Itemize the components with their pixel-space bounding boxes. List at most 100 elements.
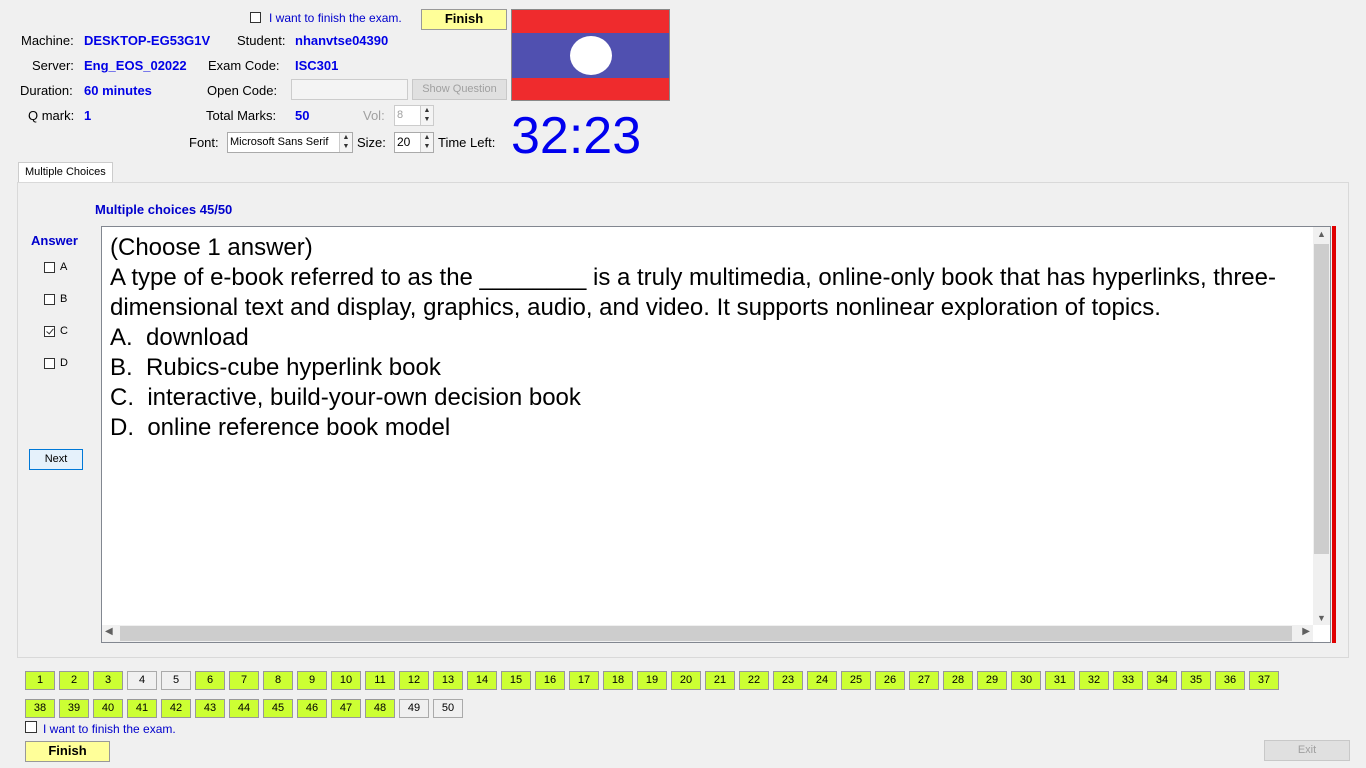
vertical-scroll-thumb[interactable] (1314, 244, 1329, 554)
question-nav-button[interactable]: 19 (637, 671, 667, 690)
scroll-left-icon[interactable]: ◀ (105, 626, 113, 637)
question-nav-button[interactable]: 49 (399, 699, 429, 718)
option-d-checkbox[interactable]: D (44, 357, 68, 369)
open-code-label: Open Code: (207, 83, 278, 98)
question-nav-button[interactable]: 38 (25, 699, 55, 718)
question-nav-button[interactable]: 43 (195, 699, 225, 718)
vertical-scrollbar[interactable]: ▲ ▼ (1313, 227, 1330, 625)
question-nav-button[interactable]: 11 (365, 671, 395, 690)
duration-label: Duration: (20, 83, 73, 98)
question-nav-button[interactable]: 37 (1249, 671, 1279, 690)
question-nav-button[interactable]: 21 (705, 671, 735, 690)
question-nav-button[interactable]: 24 (807, 671, 837, 690)
font-value: Microsoft Sans Serif (230, 136, 329, 148)
horizontal-scroll-thumb[interactable] (120, 626, 1292, 641)
question-nav-button[interactable]: 47 (331, 699, 361, 718)
question-nav-button[interactable]: 31 (1045, 671, 1075, 690)
scroll-right-icon[interactable]: ▶ (1302, 626, 1310, 637)
question-text-box[interactable]: (Choose 1 answer) A type of e-book refer… (101, 226, 1331, 643)
question-nav-button[interactable]: 10 (331, 671, 361, 690)
question-nav-button[interactable]: 8 (263, 671, 293, 690)
question-nav-button[interactable]: 2 (59, 671, 89, 690)
question-nav-button[interactable]: 27 (909, 671, 939, 690)
question-nav-button[interactable]: 26 (875, 671, 905, 690)
question-nav-button[interactable]: 6 (195, 671, 225, 690)
tab-multiple-choices[interactable]: Multiple Choices (18, 162, 113, 183)
question-nav-button[interactable]: 25 (841, 671, 871, 690)
open-code-input[interactable] (291, 79, 408, 100)
checkbox-icon[interactable] (44, 261, 55, 273)
question-nav-button[interactable]: 32 (1079, 671, 1109, 690)
checkbox-icon[interactable] (44, 357, 55, 369)
next-button[interactable]: Next (29, 449, 83, 470)
question-nav-button[interactable]: 9 (297, 671, 327, 690)
question-nav-button[interactable]: 45 (263, 699, 293, 718)
question-nav-button[interactable]: 4 (127, 671, 157, 690)
finish-checkbox-top[interactable] (250, 11, 261, 26)
finish-button-top[interactable]: Finish (421, 9, 507, 30)
checkbox-checked-icon[interactable] (44, 325, 55, 337)
question-nav-button[interactable]: 29 (977, 671, 1007, 690)
spinner-arrows-icon[interactable]: ▲ ▼ (420, 106, 433, 125)
qmark-value: 1 (84, 108, 92, 123)
question-nav-button[interactable]: 14 (467, 671, 497, 690)
question-nav-button[interactable]: 22 (739, 671, 769, 690)
question-nav-button[interactable]: 42 (161, 699, 191, 718)
checkbox-icon[interactable] (25, 721, 37, 733)
exam-code-value: ISC301 (295, 58, 339, 73)
option-c-checkbox[interactable]: C (44, 325, 68, 337)
size-label: Size: (357, 135, 386, 150)
option-b-checkbox[interactable]: B (44, 293, 67, 305)
option-a-checkbox[interactable]: A (44, 261, 67, 273)
vol-spinner[interactable]: 8 ▲ ▼ (394, 105, 434, 126)
exit-button[interactable]: Exit (1264, 740, 1350, 761)
question-nav-button[interactable]: 7 (229, 671, 259, 690)
question-nav-button[interactable]: 17 (569, 671, 599, 690)
spinner-arrows-icon[interactable]: ▲ ▼ (339, 133, 352, 152)
question-progress: Multiple choices 45/50 (95, 202, 233, 217)
finish-button-bottom[interactable]: Finish (25, 741, 110, 762)
question-nav-button[interactable]: 18 (603, 671, 633, 690)
question-line: A type of e-book referred to as the ____… (110, 264, 1276, 321)
show-question-button[interactable]: Show Question (412, 79, 507, 100)
checkbox-icon[interactable] (250, 12, 261, 23)
question-nav-button[interactable]: 3 (93, 671, 123, 690)
option-letter: C (60, 325, 68, 337)
scroll-down-icon[interactable]: ▼ (1313, 613, 1330, 623)
question-nav-button[interactable]: 20 (671, 671, 701, 690)
horizontal-scrollbar[interactable]: ◀ ▶ (102, 625, 1313, 642)
font-label: Font: (189, 135, 219, 150)
size-value: 20 (397, 135, 411, 149)
question-nav-button[interactable]: 48 (365, 699, 395, 718)
question-nav-button[interactable]: 35 (1181, 671, 1211, 690)
question-nav-button[interactable]: 34 (1147, 671, 1177, 690)
question-nav-button[interactable]: 44 (229, 699, 259, 718)
question-nav-button[interactable]: 30 (1011, 671, 1041, 690)
question-nav-button[interactable]: 39 (59, 699, 89, 718)
question-nav-button[interactable]: 28 (943, 671, 973, 690)
question-nav-button[interactable]: 41 (127, 699, 157, 718)
finish-checkbox-bottom[interactable] (25, 721, 37, 736)
question-nav-button[interactable]: 12 (399, 671, 429, 690)
question-nav-button[interactable]: 36 (1215, 671, 1245, 690)
time-left-value: 32:23 (511, 107, 642, 165)
question-nav-button[interactable]: 16 (535, 671, 565, 690)
font-selector[interactable]: Microsoft Sans Serif ▲ ▼ (227, 132, 353, 153)
size-spinner[interactable]: 20 ▲ ▼ (394, 132, 434, 153)
question-nav-button[interactable]: 50 (433, 699, 463, 718)
question-nav-button[interactable]: 33 (1113, 671, 1143, 690)
question-nav-button[interactable]: 5 (161, 671, 191, 690)
question-nav-button[interactable]: 1 (25, 671, 55, 690)
question-nav-button[interactable]: 23 (773, 671, 803, 690)
checkbox-icon[interactable] (44, 293, 55, 305)
option-letter: A (60, 261, 68, 273)
question-nav-button[interactable]: 13 (433, 671, 463, 690)
machine-label: Machine: (21, 33, 74, 48)
question-nav-button[interactable]: 15 (501, 671, 531, 690)
spinner-arrows-icon[interactable]: ▲ ▼ (420, 133, 433, 152)
time-left-label: Time Left: (438, 135, 496, 150)
question-nav-button[interactable]: 40 (93, 699, 123, 718)
scroll-up-icon[interactable]: ▲ (1313, 229, 1330, 239)
question-line: B. Rubics-cube hyperlink book (110, 354, 441, 381)
question-nav-button[interactable]: 46 (297, 699, 327, 718)
